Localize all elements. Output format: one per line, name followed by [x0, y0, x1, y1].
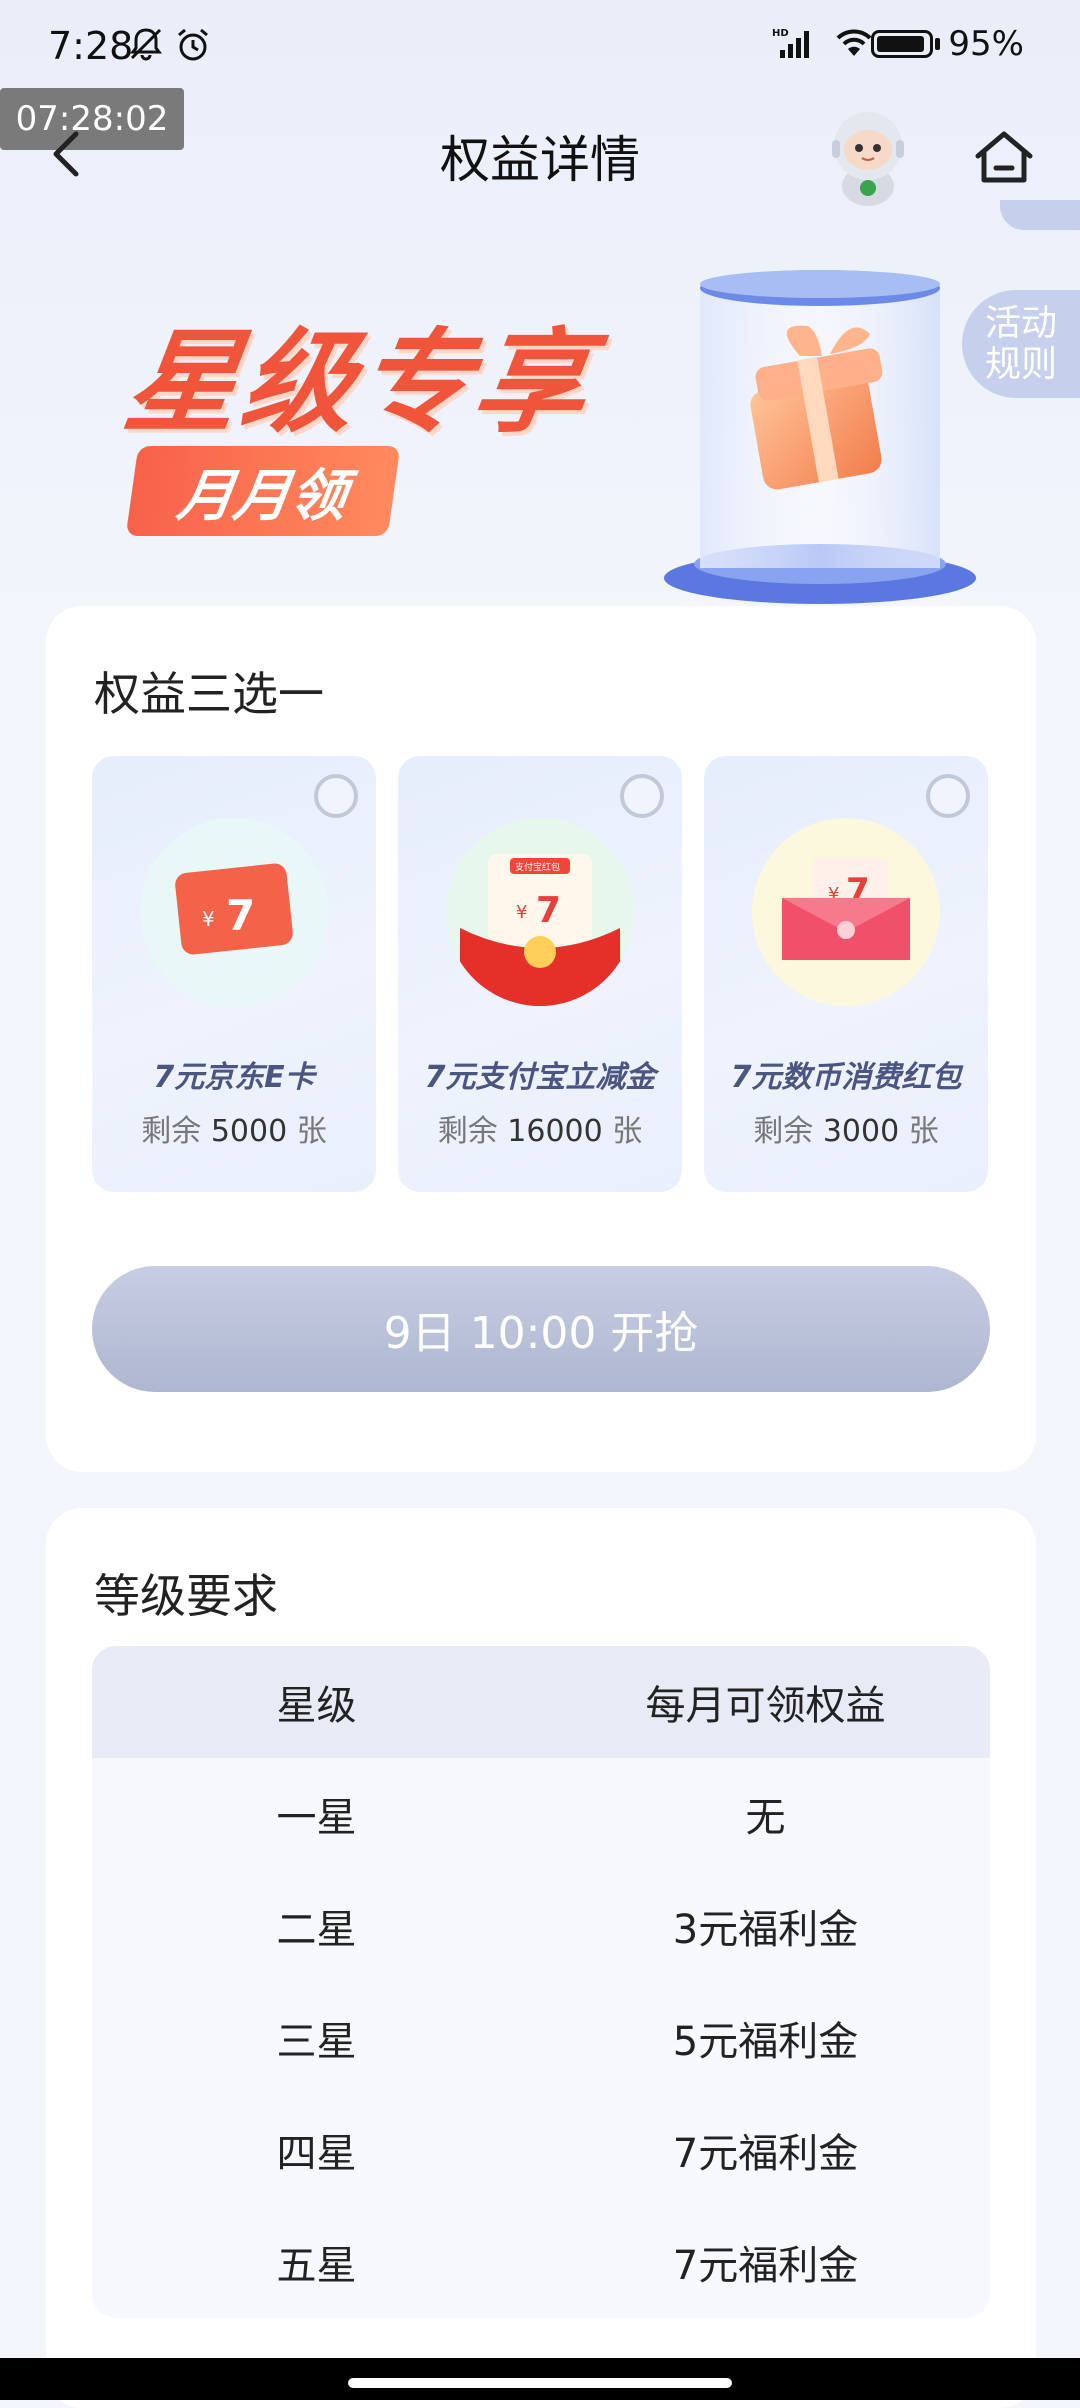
battery-tip	[935, 38, 941, 50]
alarm-icon	[174, 26, 212, 73]
svg-text:¥: ¥	[202, 907, 215, 931]
level-requirements-card: 等级要求 星级 每月可领权益 一星 无 二星 3元福利金 三星 5元福利金 四星…	[46, 1508, 1036, 2408]
battery-icon	[871, 30, 934, 58]
bell-off-icon	[128, 26, 164, 71]
benefit-radio[interactable]	[314, 774, 358, 818]
benefit-radio[interactable]	[926, 774, 970, 818]
status-time: 7:28	[48, 24, 134, 68]
home-button[interactable]	[970, 124, 1038, 192]
status-bar: 7:28 HD 95%	[0, 0, 1080, 100]
benefit-stock: 剩余 5000 张	[92, 1106, 376, 1150]
header-star-level: 星级	[276, 1683, 357, 1729]
svg-text:7: 7	[536, 890, 561, 931]
stock-unit: 张	[612, 1114, 643, 1149]
wifi-icon	[832, 26, 876, 69]
stock-unit: 张	[908, 1114, 939, 1149]
benefit-cell: 7元福利金	[672, 2131, 859, 2177]
star-level-cell: 五星	[276, 2243, 357, 2289]
table-row: 一星 无	[92, 1758, 990, 1870]
level-table: 星级 每月可领权益 一星 无 二星 3元福利金 三星 5元福利金 四星 7元福利…	[92, 1646, 990, 2318]
star-level-cell: 四星	[276, 2131, 357, 2177]
header-monthly-benefit: 每月可领权益	[645, 1683, 886, 1729]
grab-start-button[interactable]: 9日 10:00 开抢	[92, 1266, 990, 1392]
activity-rules-line2: 规则	[984, 344, 1057, 385]
banner-badge: 月月领	[125, 446, 401, 536]
digital-currency-envelope-icon: ¥ 7	[752, 818, 940, 1006]
home-indicator[interactable]	[348, 2378, 732, 2388]
svg-text:¥: ¥	[516, 902, 527, 923]
level-section-title: 等级要求	[94, 1569, 278, 1623]
benefit-stock: 剩余 16000 张	[398, 1106, 682, 1150]
svg-text:支付宝红包: 支付宝红包	[515, 861, 560, 873]
page-title: 权益详情	[440, 131, 640, 189]
star-level-cell: 一星	[276, 1795, 357, 1841]
svg-text:HD: HD	[772, 28, 789, 39]
activity-rules-line1: 活动	[984, 302, 1057, 344]
benefit-radio[interactable]	[620, 774, 664, 818]
benefit-name: 7元支付宝立减金	[424, 1060, 656, 1095]
stock-prefix: 剩余	[141, 1114, 202, 1149]
benefit-option-jd-card[interactable]: ¥ 7 7元京东E卡 剩余 5000 张	[92, 756, 376, 1192]
svg-text:7: 7	[226, 891, 255, 940]
stock-count: 5000	[210, 1114, 288, 1149]
table-row: 三星 5元福利金	[92, 1982, 990, 2094]
benefit-name: 7元京东E卡	[153, 1060, 315, 1095]
benefit-cell: 3元福利金	[672, 1907, 859, 1953]
benefit-cell: 无	[745, 1795, 786, 1841]
side-tab-decoration	[1000, 200, 1080, 230]
table-header: 星级 每月可领权益	[92, 1646, 990, 1758]
benefit-cell: 7元福利金	[672, 2243, 859, 2289]
hd-signal-icon: HD	[772, 26, 818, 71]
benefits-card: 权益三选一 ¥ 7 7元京东E卡 剩余 5000 张 支付宝红包 ¥ 7 7元支…	[46, 606, 1036, 1472]
battery-percent: 95%	[948, 24, 1024, 64]
stock-unit: 张	[296, 1114, 327, 1149]
stock-prefix: 剩余	[753, 1114, 814, 1149]
star-level-cell: 三星	[276, 2019, 357, 2065]
home-icon	[975, 131, 1033, 183]
banner-title: 星级专享	[117, 318, 600, 448]
benefit-option-alipay[interactable]: 支付宝红包 ¥ 7 7元支付宝立减金 剩余 16000 张	[398, 756, 682, 1192]
benefit-cell: 5元福利金	[672, 2019, 859, 2065]
alipay-red-envelope-icon: 支付宝红包 ¥ 7	[446, 818, 634, 1006]
stock-count: 3000	[822, 1114, 900, 1149]
table-row: 二星 3元福利金	[92, 1870, 990, 1982]
benefit-name: 7元数币消费红包	[730, 1060, 962, 1095]
jd-ecard-icon: ¥ 7	[140, 818, 328, 1006]
star-level-cell: 二星	[276, 1907, 357, 1953]
assistant-robot-icon[interactable]	[822, 102, 914, 206]
stock-prefix: 剩余	[437, 1114, 498, 1149]
table-row: 五星 7元福利金	[92, 2206, 990, 2318]
battery-indicator: 95%	[871, 24, 1024, 64]
benefit-stock: 剩余 3000 张	[704, 1106, 988, 1150]
table-row: 四星 7元福利金	[92, 2094, 990, 2206]
stock-count: 16000	[507, 1114, 603, 1149]
benefit-option-digital-currency[interactable]: ¥ 7 7元数币消费红包 剩余 3000 张	[704, 756, 988, 1192]
gift-display-illustration	[660, 262, 980, 608]
benefits-section-title: 权益三选一	[94, 667, 324, 721]
